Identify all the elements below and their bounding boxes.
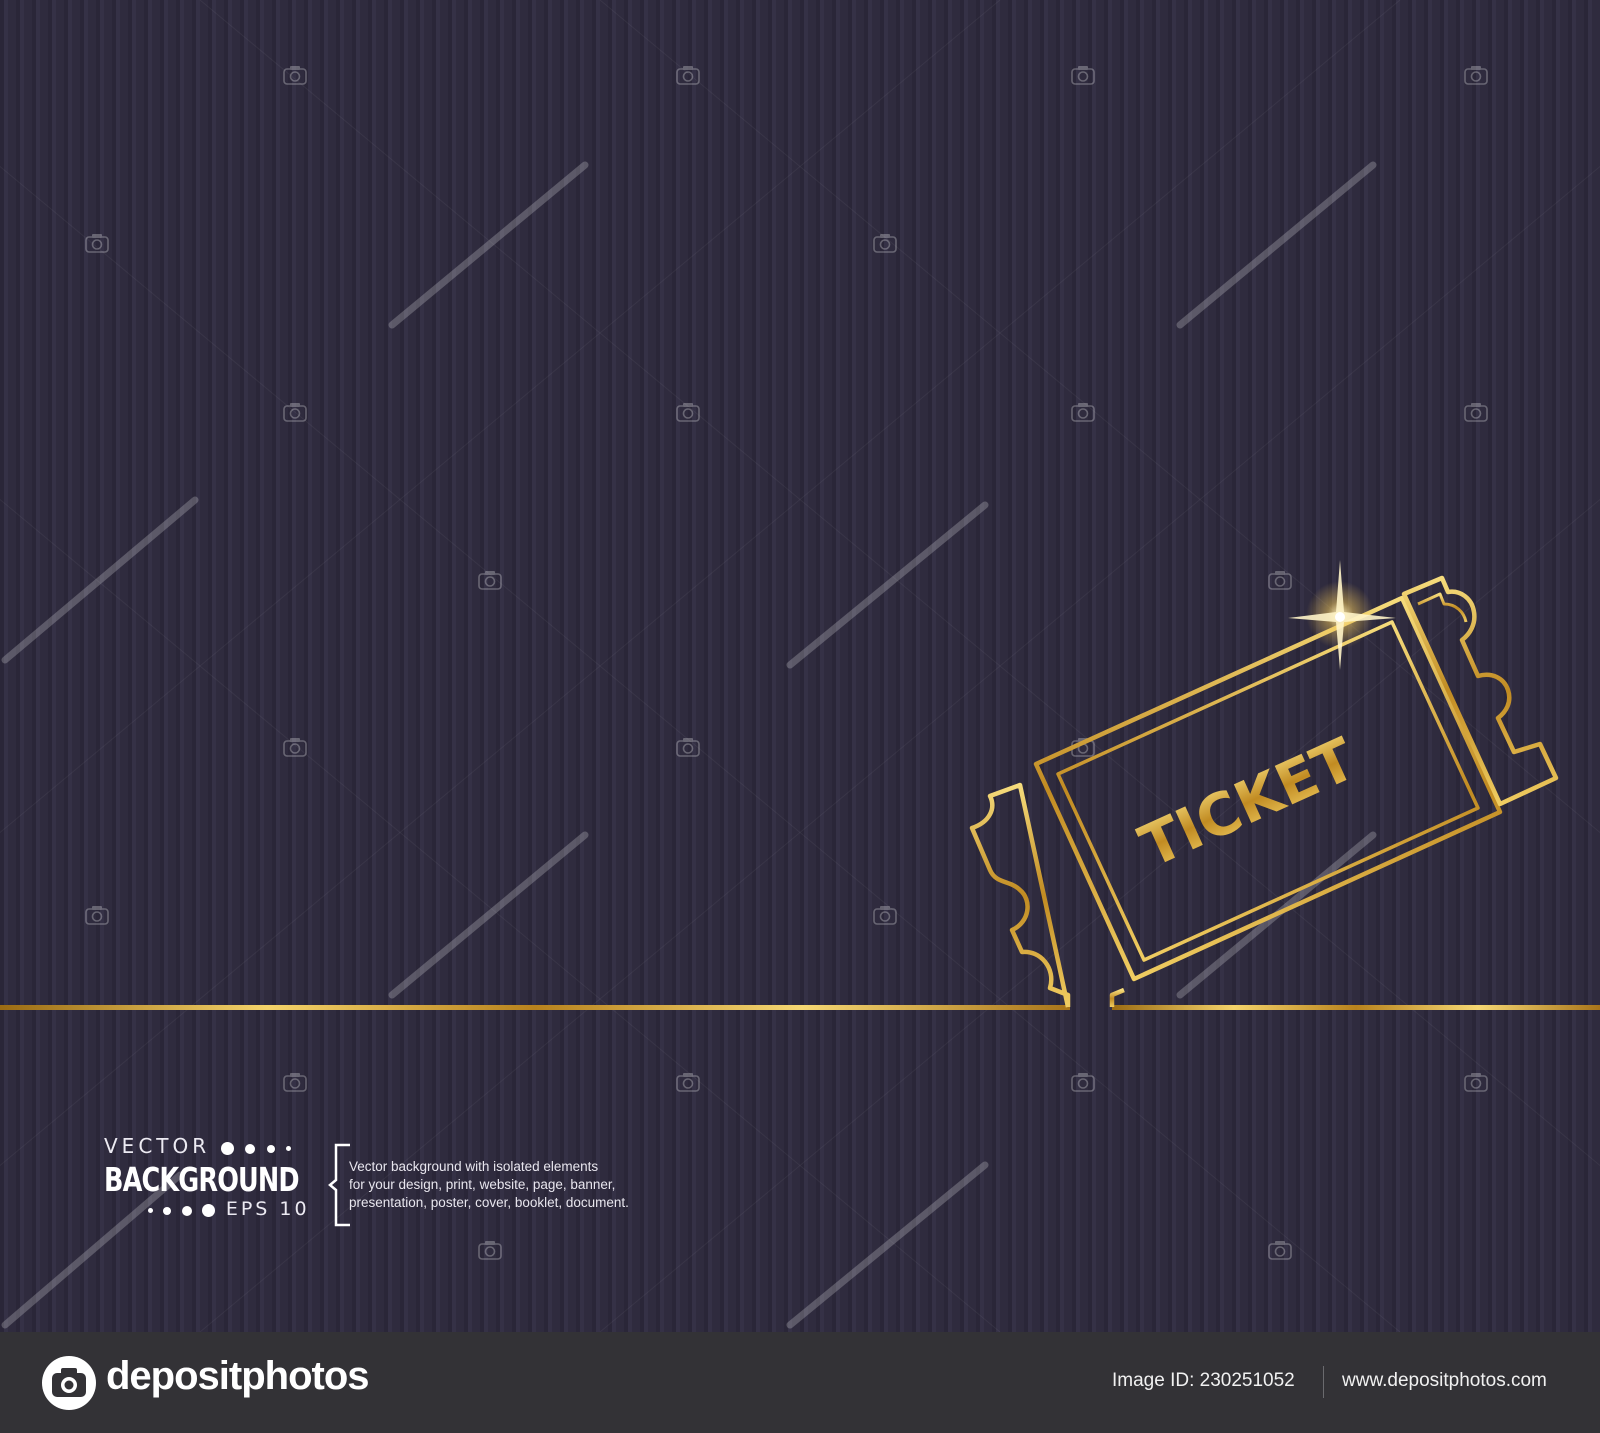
dot [181, 1205, 192, 1216]
camera-watermark-icon [283, 737, 307, 757]
divider [1323, 1366, 1324, 1398]
camera-watermark-icon [1071, 65, 1095, 85]
eps-line: EPS 10 [104, 1198, 330, 1222]
sparkle-icon [1288, 560, 1396, 670]
camera-watermark-icon [1464, 65, 1488, 85]
background-line: BACKGROUND [104, 1158, 330, 1199]
artwork-svg: TICKET [0, 0, 1600, 1332]
camera-watermark-icon [676, 65, 700, 85]
camera-watermark-icon [283, 1072, 307, 1092]
camera-watermark-icon [1464, 1072, 1488, 1092]
camera-watermark-icon [478, 1240, 502, 1260]
dot [266, 1144, 275, 1153]
camera-watermark-icon [1268, 570, 1292, 590]
image-id: Image ID: 230251052 [1112, 1370, 1295, 1391]
camera-watermark-icon [85, 905, 109, 925]
gold-baseline [0, 1005, 1600, 1010]
camera-watermark-icon [873, 233, 897, 253]
camera-watermark-icon [85, 233, 109, 253]
site-url[interactable]: www.depositphotos.com [1342, 1370, 1547, 1392]
camera-watermark-icon [676, 737, 700, 757]
dot [285, 1146, 291, 1152]
watermark-grid [0, 0, 1600, 1332]
footer-bar: depositphotos Image ID: 230251052 www.de… [0, 1332, 1600, 1433]
dot [163, 1206, 172, 1215]
camera-watermark-icon [873, 905, 897, 925]
camera-watermark-icon [1268, 1240, 1292, 1260]
background-word: BACKGROUND [104, 1160, 300, 1199]
dot [220, 1142, 234, 1156]
eps-word: EPS 10 [225, 1198, 310, 1220]
dot [148, 1208, 153, 1214]
camera-logo-icon[interactable] [40, 1354, 98, 1412]
camera-watermark-icon [478, 570, 502, 590]
ticket-label: TICKET [1130, 725, 1366, 881]
vector-badge: VECTOR BACKGROUND EPS 10 [104, 1134, 330, 1222]
camera-watermark-icon [676, 402, 700, 422]
camera-watermark-icon [283, 65, 307, 85]
dot [202, 1204, 216, 1218]
vector-line: VECTOR [104, 1134, 330, 1158]
camera-watermark-icon [1071, 1072, 1095, 1092]
description-line: presentation, poster, cover, booklet, do… [349, 1195, 629, 1210]
description-line: Vector background with isolated elements [349, 1159, 599, 1174]
artwork: TICKET VECTOR BACKGROUND EPS 10 Vector b… [0, 0, 1600, 1332]
description: Vector background with isolated elements… [349, 1158, 629, 1212]
camera-watermark-icon [1464, 402, 1488, 422]
vector-word: VECTOR [104, 1134, 211, 1158]
dot [245, 1143, 256, 1154]
camera-watermark-icon [1071, 402, 1095, 422]
description-line: for your design, print, website, page, b… [349, 1177, 616, 1192]
brand-name[interactable]: depositphotos [106, 1354, 370, 1399]
camera-watermark-icon [676, 1072, 700, 1092]
